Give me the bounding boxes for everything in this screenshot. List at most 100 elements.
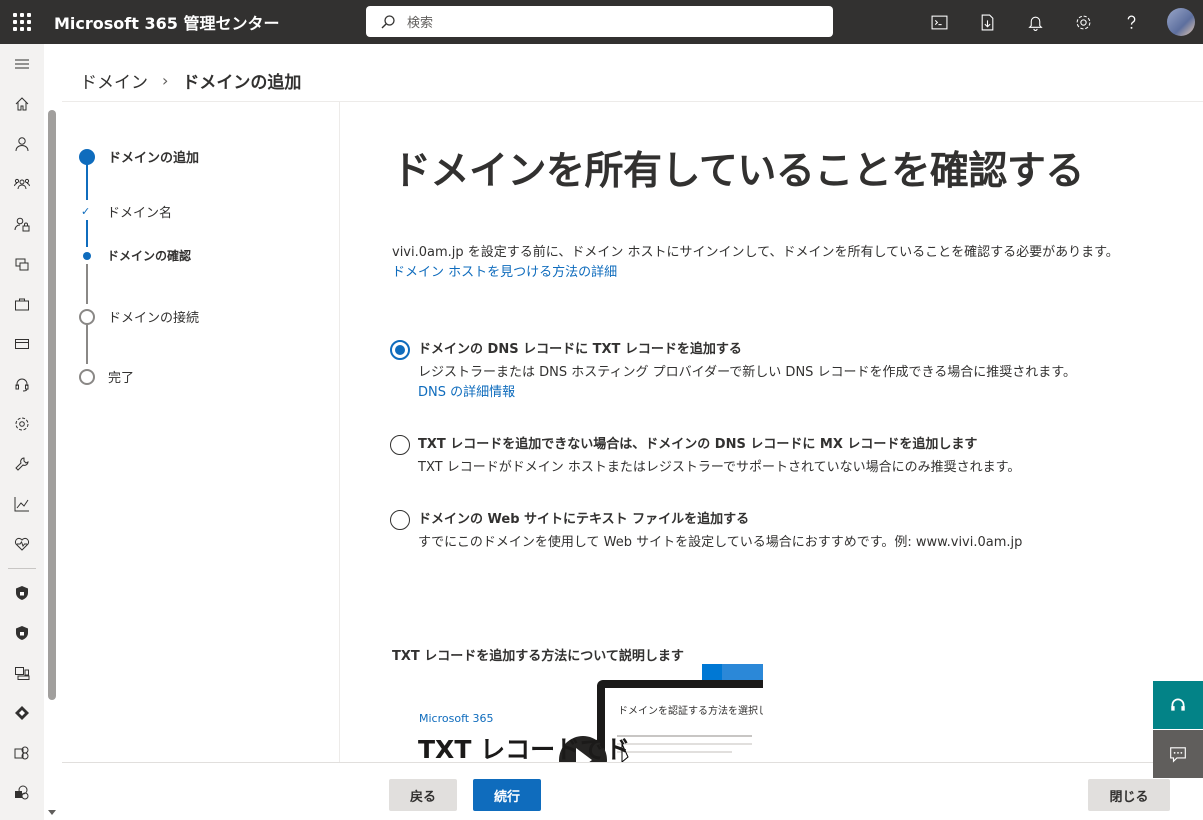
shield-icon (16, 626, 28, 640)
nav-teams-groups[interactable] (0, 164, 44, 204)
option-description: すでにこのドメインを使用して Web サイトを設定している場合におすすめです。例… (418, 535, 1023, 550)
option-desc-text: レジストラーまたは DNS ホスティング プロバイダーで新しい DNS レコード… (418, 365, 1076, 380)
radio-text-file[interactable] (390, 510, 410, 530)
search-icon (381, 14, 395, 28)
help-icon (1127, 15, 1135, 29)
nav-marketplace[interactable] (0, 284, 44, 324)
help-support-button[interactable] (1153, 681, 1203, 729)
feedback-button[interactable] (1153, 730, 1203, 778)
briefcase-icon (15, 298, 29, 311)
option-text-file[interactable]: ドメインの Web サイトにテキスト ファイルを追加する すでにこのドメインを使… (390, 510, 1088, 553)
stepper-connector (86, 220, 88, 247)
video-headline: TXT レコードでド (418, 735, 631, 762)
nav-health[interactable] (0, 524, 44, 564)
nav-scrollbar[interactable] (48, 110, 56, 700)
nav-settings[interactable] (0, 404, 44, 444)
breadcrumb-domains-link[interactable]: ドメイン (80, 68, 148, 93)
step-pending-indicator (79, 308, 95, 325)
terminal-icon (931, 15, 947, 29)
close-button[interactable]: 閉じる (1088, 779, 1170, 811)
search-box[interactable]: 検索 (366, 6, 833, 37)
top-bar: Microsoft 365 管理センター 検索 (0, 0, 1203, 44)
nav-support[interactable] (0, 364, 44, 404)
option-title: ドメインの Web サイトにテキスト ファイルを追加する (418, 512, 750, 527)
nav-billing[interactable] (0, 324, 44, 364)
nav-collapse-button[interactable] (0, 44, 44, 84)
home-icon (15, 97, 29, 111)
step-label: ドメインの追加 (108, 151, 200, 166)
tutorial-video[interactable]: Microsoft 365 TXT レコードでド ドメインを認証する方法を選択し… (392, 664, 763, 762)
radio-txt-record[interactable] (390, 340, 410, 360)
option-mx-record[interactable]: TXT レコードを追加できない場合は、ドメインの DNS レコードに MX レコ… (390, 435, 1088, 478)
step-label: ドメイン名 (107, 206, 173, 221)
devices-icon (15, 258, 29, 271)
download-button[interactable] (963, 0, 1011, 44)
settings-button[interactable] (1059, 0, 1107, 44)
nav-sharepoint[interactable] (0, 773, 44, 813)
group-icon (14, 178, 30, 190)
waffle-icon (13, 13, 31, 31)
nav-roles[interactable] (0, 204, 44, 244)
hamburger-icon (15, 59, 29, 69)
chevron-right-icon: › (162, 71, 169, 90)
billing-icon (15, 339, 29, 349)
notifications-button[interactable] (1011, 0, 1059, 44)
nav-endpoint[interactable] (0, 653, 44, 693)
terminal-button[interactable] (915, 0, 963, 44)
sharepoint-icon (15, 785, 29, 800)
nav-home[interactable] (0, 84, 44, 124)
checkmark-icon: ✓ (81, 205, 91, 218)
option-title: ドメインの DNS レコードに TXT レコードを追加する (418, 342, 742, 357)
step-verify-domain: ドメインの確認 (83, 247, 191, 264)
step-complete: 完了 (79, 367, 134, 386)
step-label: 完了 (108, 371, 135, 386)
radio-mx-record[interactable] (390, 435, 410, 455)
nav-setup[interactable] (0, 444, 44, 484)
step-add-domain: ドメインの追加 (79, 147, 199, 166)
option-description: TXT レコードがドメイン ホストまたはレジストラーでサポートされていない場合に… (418, 460, 1021, 475)
panel-divider (339, 102, 340, 762)
user-icon (15, 137, 29, 152)
stepper-connector (86, 324, 88, 364)
admin-centers-icon (15, 667, 30, 680)
nav-security[interactable] (0, 573, 44, 613)
option-description: レジストラーまたは DNS ホスティング プロバイダーで新しい DNS レコード… (418, 363, 1088, 403)
account-button[interactable] (1155, 0, 1203, 44)
app-launcher-button[interactable] (0, 0, 44, 44)
headset-icon (15, 378, 29, 392)
settings-icon (15, 417, 29, 431)
breadcrumb: ドメイン › ドメインの追加 (80, 68, 301, 93)
gear-icon (1076, 15, 1090, 29)
option-txt-record[interactable]: ドメインの DNS レコードに TXT レコードを追加する レジストラーまたは … (390, 340, 1088, 403)
exchange-icon (14, 746, 29, 760)
nav-resources[interactable] (0, 244, 44, 284)
back-button[interactable]: 戻る (389, 779, 457, 811)
search-input[interactable]: 検索 (407, 12, 433, 31)
health-icon (14, 537, 30, 551)
bell-icon (1027, 16, 1043, 31)
nav-azure-ad[interactable] (0, 693, 44, 733)
document-download-icon (981, 14, 993, 30)
wizard-footer (62, 762, 1203, 820)
stepper-connector (86, 163, 88, 200)
video-screen-title: ドメインを認証する方法を選択してく (618, 706, 763, 717)
chat-icon (1170, 747, 1186, 763)
dns-info-link[interactable]: DNS の詳細情報 (418, 385, 515, 400)
app-title[interactable]: Microsoft 365 管理センター (54, 10, 279, 34)
continue-button[interactable]: 続行 (473, 779, 541, 811)
nav-exchange[interactable] (0, 733, 44, 773)
wrench-icon (15, 457, 29, 471)
nav-reports[interactable] (0, 484, 44, 524)
help-button[interactable] (1107, 0, 1155, 44)
intro-description: vivi.0am.jp を設定する前に、ドメイン ホストにサインインして、ドメイ… (392, 245, 1119, 260)
left-nav-rail (0, 44, 44, 820)
page-title: ドメインを所有していることを確認する (392, 149, 1084, 194)
nav-compliance[interactable] (0, 613, 44, 653)
video-brand: Microsoft 365 (419, 712, 494, 725)
nav-users[interactable] (0, 124, 44, 164)
step-pending-indicator (79, 368, 95, 385)
chevron-down-icon[interactable] (48, 808, 56, 816)
stepper-connector (86, 264, 88, 304)
domain-host-help-link[interactable]: ドメイン ホストを見つける方法の詳細 (392, 265, 617, 280)
option-title: TXT レコードを追加できない場合は、ドメインの DNS レコードに MX レコ… (418, 437, 978, 452)
